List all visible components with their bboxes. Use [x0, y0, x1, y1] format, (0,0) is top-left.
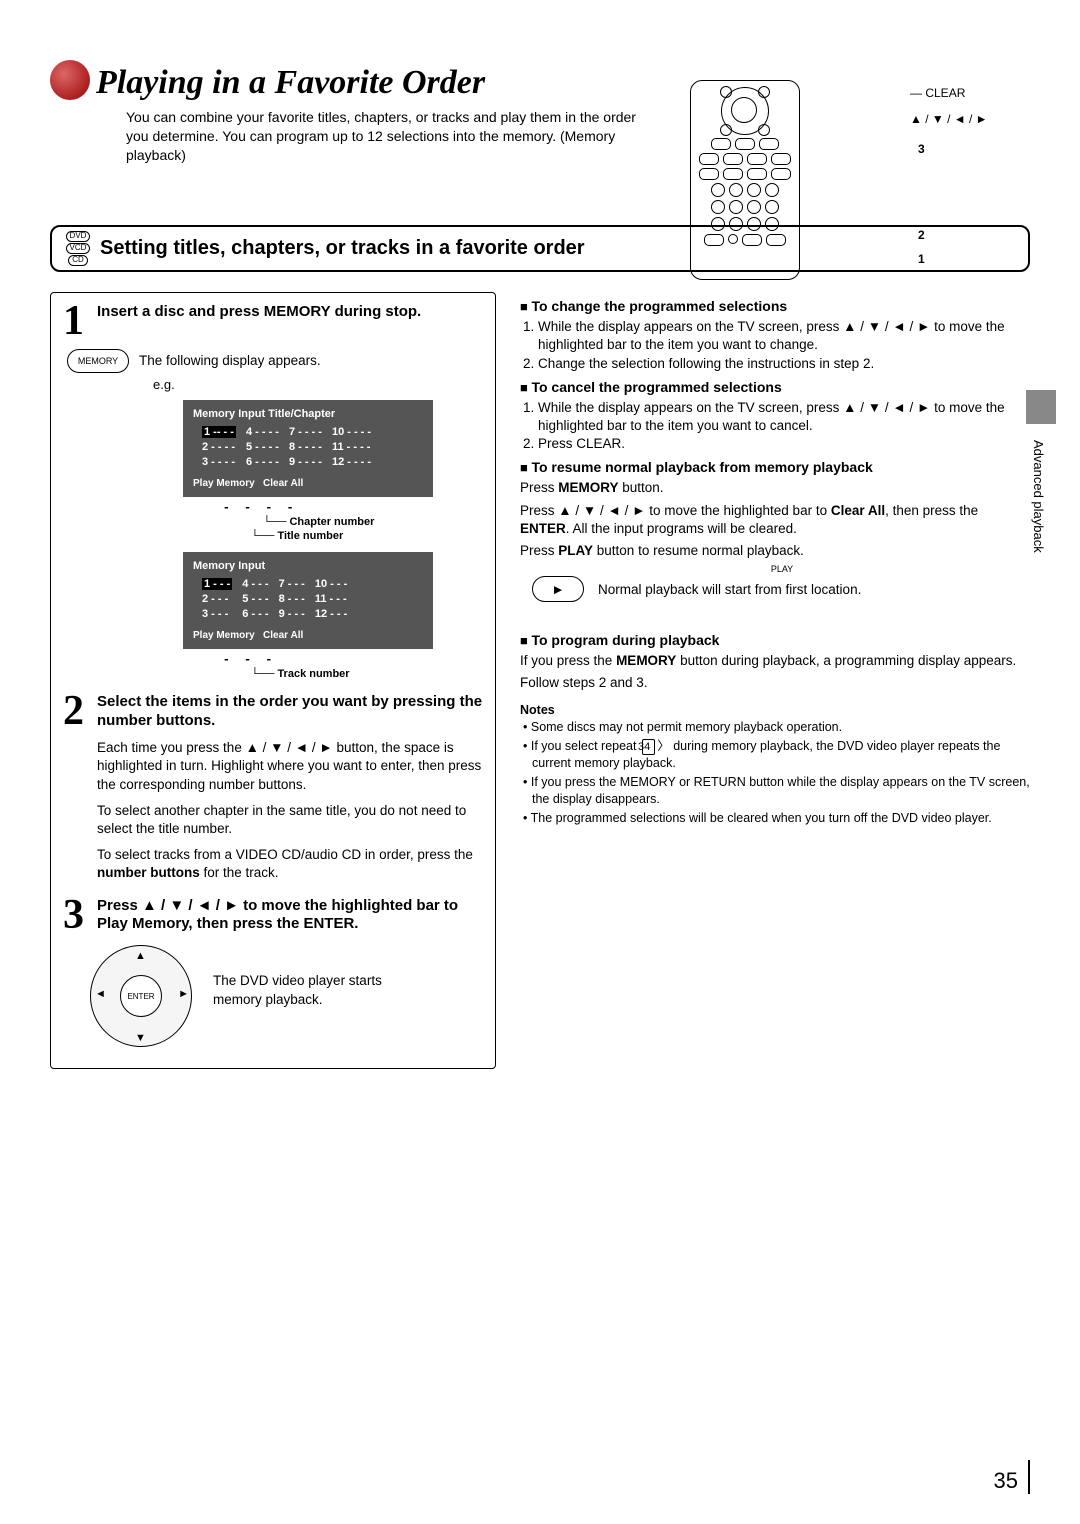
resume-title: To resume normal playback from memory pl…	[520, 459, 1030, 475]
remote-diagram	[690, 80, 800, 280]
step-3-title: Press ▲ / ▼ / ◄ / ► to move the highligh…	[97, 897, 483, 935]
section-header: DVD VCD CD Setting titles, chapters, or …	[50, 225, 1030, 272]
steps-panel: 1 Insert a disc and press MEMORY during …	[50, 292, 496, 1069]
play-button-label: PLAY	[534, 564, 1030, 574]
change-item-1: While the display appears on the TV scre…	[538, 318, 1030, 354]
step-2-body-2: To select another chapter in the same ti…	[97, 802, 483, 838]
play-desc: Normal playback will start from first lo…	[598, 582, 861, 597]
during-p1: If you press the MEMORY button during pl…	[520, 652, 1030, 670]
notes-title: Notes	[520, 703, 1030, 717]
program-during-title: To program during playback	[520, 632, 1030, 648]
resume-p3: Press PLAY button to resume normal playb…	[520, 542, 1030, 560]
section-title: Setting titles, chapters, or tracks in a…	[100, 237, 585, 260]
page-number: 35	[994, 1460, 1030, 1494]
step-2-body-3: To select tracks from a VIDEO CD/audio C…	[97, 846, 483, 882]
tv-display-track: Memory Input 1 - - -4 - - -7 - - -10 - -…	[183, 552, 433, 649]
cancel-selections-title: To cancel the programmed selections	[520, 379, 1030, 395]
right-info-panel: To change the programmed selections Whil…	[520, 292, 1030, 1069]
dpad-icon: ▲ ▼ ◄ ► ENTER	[87, 942, 197, 1052]
step-2-title: Select the items in the order you want b…	[97, 693, 483, 731]
intro-text: You can combine your favorite titles, ch…	[126, 108, 656, 165]
resume-p2: Press ▲ / ▼ / ◄ / ► to move the highligh…	[520, 502, 1030, 538]
change-selections-title: To change the programmed selections	[520, 298, 1030, 314]
header-bullet-icon	[50, 60, 90, 100]
step-1-title: Insert a disc and press MEMORY during st…	[97, 303, 421, 341]
page-ref-icon: 34	[642, 739, 655, 756]
page-title: Playing in a Favorite Order	[96, 64, 656, 102]
cancel-item-1: While the display appears on the TV scre…	[538, 399, 1030, 435]
step-3-desc: The DVD video player starts memory playb…	[213, 972, 413, 1008]
step-number-1: 1	[63, 303, 97, 341]
step-2-body-1: Each time you press the ▲ / ▼ / ◄ / ► bu…	[97, 739, 483, 794]
step-number-3: 3	[63, 897, 97, 935]
eg-label: e.g.	[153, 377, 483, 392]
tv-display-title-chapter: Memory Input Title/Chapter 1 -- - -4 - -…	[183, 400, 433, 497]
side-section-label: Advanced playback	[1031, 440, 1046, 553]
display1-annotation: - - - - └── Chapter number └── Title num…	[223, 501, 483, 544]
disc-type-badges: DVD VCD CD	[62, 231, 94, 266]
during-p2: Follow steps 2 and 3.	[520, 674, 1030, 692]
change-item-2: Change the selection following the instr…	[538, 355, 1030, 373]
note-1: • Some discs may not permit memory playb…	[520, 719, 1030, 736]
cancel-item-2: Press CLEAR.	[538, 435, 1030, 453]
display2-annotation: - - - └── Track number	[223, 653, 483, 682]
step-number-2: 2	[63, 693, 97, 731]
memory-button-icon: MEMORY	[67, 349, 129, 373]
note-2: • If you select repeat 34〉 during memory…	[520, 738, 1030, 773]
play-button-icon: ►	[532, 576, 584, 602]
note-3: • If you press the MEMORY or RETURN butt…	[520, 774, 1030, 808]
side-tab	[1026, 390, 1056, 424]
note-4: • The programmed selections will be clea…	[520, 810, 1030, 827]
step-1-following: The following display appears.	[139, 353, 483, 368]
resume-p1: Press MEMORY button.	[520, 479, 1030, 497]
